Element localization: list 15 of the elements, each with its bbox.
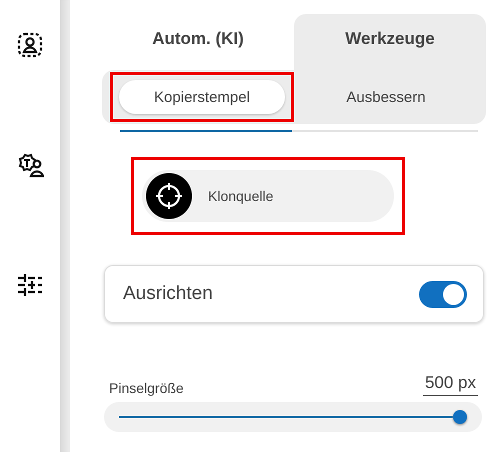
person-frame-icon[interactable] [16, 31, 44, 59]
slider-track[interactable] [119, 410, 467, 424]
slider-thumb[interactable] [453, 410, 467, 424]
toggle-switch[interactable] [419, 280, 467, 308]
clone-source-button[interactable]: Klonquelle [142, 170, 394, 222]
tab[interactable]: Werkzeuge [294, 14, 486, 70]
sliders-icon[interactable] [16, 271, 44, 299]
option-label: Ausrichten [123, 283, 213, 305]
tab[interactable]: Autom. (KI) [102, 14, 294, 70]
badge-person-icon[interactable] [16, 151, 44, 179]
subtab[interactable]: Ausbessern [303, 80, 469, 114]
slider-label: Pinselgröße [109, 380, 184, 396]
subtab[interactable]: Kopierstempel [119, 80, 285, 114]
crosshair-icon [146, 173, 192, 219]
size-value-field[interactable]: 500 px [422, 373, 478, 396]
